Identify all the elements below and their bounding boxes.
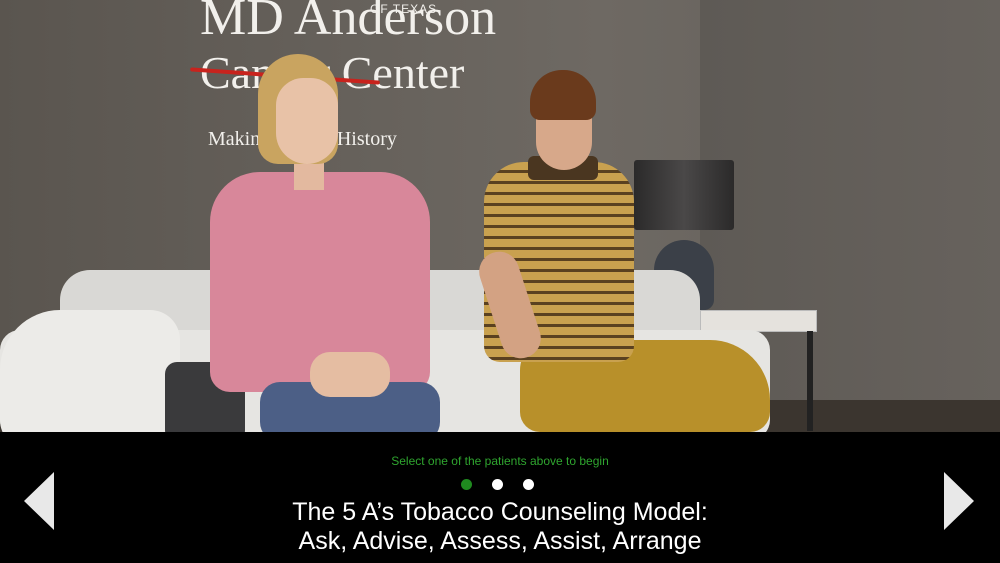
male-hair (530, 70, 596, 120)
pagination-dot-3[interactable] (523, 479, 534, 490)
female-neck (294, 160, 324, 190)
patient-female[interactable] (200, 52, 440, 432)
side-table-leg (807, 331, 813, 431)
sofa-pillow (0, 310, 180, 432)
bottom-panel: Select one of the patients above to begi… (0, 432, 1000, 563)
patient-male[interactable] (473, 70, 770, 432)
caption: The 5 A’s Tobacco Counseling Model: Ask,… (0, 498, 1000, 556)
caption-line1: The 5 A’s Tobacco Counseling Model: (292, 498, 708, 526)
pagination-dots (461, 479, 534, 493)
logo-line1: MD Anderson (200, 0, 497, 46)
female-face (276, 78, 338, 164)
pagination-dot-2[interactable] (492, 479, 503, 490)
pagination-dot-1[interactable] (461, 479, 472, 490)
instruction-text: Select one of the patients above to begi… (391, 454, 609, 468)
scene-viewport: OF TEXAS MD Anderson Cancer Center Makin… (0, 0, 1000, 432)
caption-line2: Ask, Advise, Assess, Assist, Arrange (298, 527, 702, 555)
triangle-right-icon[interactable] (944, 472, 974, 530)
female-hands (310, 352, 390, 397)
